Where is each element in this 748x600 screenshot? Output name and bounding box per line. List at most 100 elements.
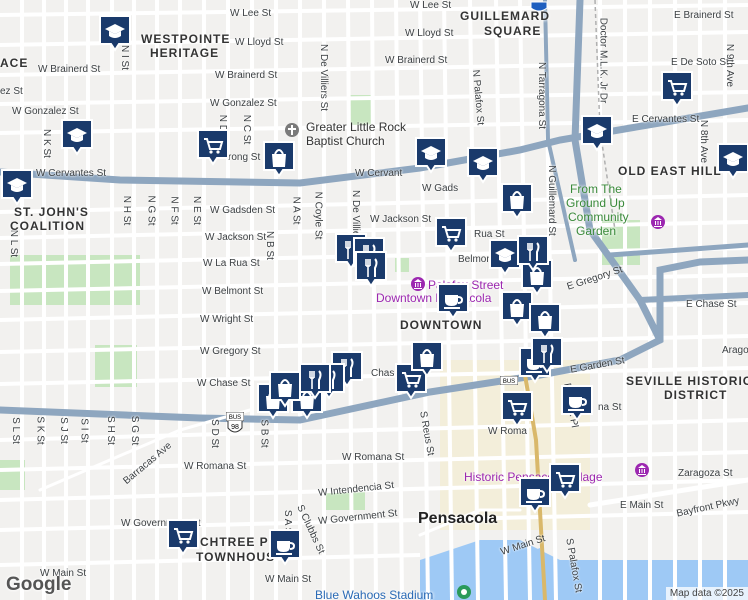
restaurant-marker[interactable] <box>516 234 550 274</box>
shopping-bag-marker[interactable] <box>500 182 534 222</box>
hood-seville: SEVILLE HISTORIC <box>626 374 748 388</box>
street-label-si: S I St <box>78 418 90 443</box>
coffee-cup-marker[interactable] <box>560 384 594 424</box>
school-icon <box>581 115 613 152</box>
street-label-zaragoza: Zaragoza St <box>678 468 733 479</box>
school-marker[interactable] <box>580 114 614 154</box>
street-label-ng: N G St <box>145 195 157 226</box>
school-marker[interactable] <box>716 142 748 182</box>
street-label-main-2: W Main St <box>265 574 312 585</box>
coffee-cup-icon <box>437 283 469 320</box>
shopping-cart-icon <box>661 71 693 108</box>
shopping-cart-icon <box>549 463 581 500</box>
bus-label: BUS <box>503 379 515 385</box>
shopping-cart-icon <box>501 391 533 428</box>
shopping-cart-marker[interactable] <box>548 462 582 502</box>
street-label-sd: S D St <box>208 419 220 448</box>
shopping-bag-marker[interactable] <box>262 140 296 180</box>
street-label-8th: N 8th Ave <box>698 119 710 164</box>
interstate-110-shield <box>530 0 548 18</box>
street-label-sb: S B St <box>258 419 270 448</box>
poi-stadium-label[interactable]: Blue Wahoos Stadium <box>315 588 433 600</box>
street-label-nf: N F St <box>168 196 180 225</box>
school-marker[interactable] <box>98 14 132 54</box>
museum-icon[interactable] <box>410 276 426 297</box>
school-marker[interactable] <box>466 146 500 186</box>
street-label-nl: N L St <box>8 229 20 258</box>
shopping-cart-marker[interactable] <box>500 390 534 430</box>
map-canvas[interactable]: W Lee St W Lee St W Lloyd St W Lloyd St … <box>0 0 748 600</box>
street-label-tarragona: N Tarragona St <box>536 61 548 130</box>
restaurant-marker[interactable] <box>530 336 564 376</box>
street-label-jackson: W Jackson St <box>205 232 267 243</box>
hood-townhouse: TOWNHOUS <box>196 550 276 564</box>
shopping-bag-icon <box>269 371 301 408</box>
coffee-cup-marker[interactable] <box>268 528 302 568</box>
street-label-gonzalez-2: W Gonzalez St <box>210 98 277 109</box>
street-label-belmont: W Belmont St <box>202 286 264 297</box>
hood-old-east-hill: OLD EAST HILL <box>618 164 722 178</box>
hood-heritage: HERITAGE <box>150 46 220 60</box>
school-marker[interactable] <box>414 136 448 176</box>
city-label: Pensacola <box>418 510 498 527</box>
street-label-ne: N E St <box>190 196 202 225</box>
museum-icon[interactable] <box>650 214 666 235</box>
street-label-cervantes: W Cervantes St <box>36 168 107 179</box>
hood-square: SQUARE <box>484 24 542 38</box>
street-label-gadsden: W Gadsden St <box>210 205 276 216</box>
hood-coalition: COALITION <box>10 219 85 233</box>
street-label-romana-2: W Romana St <box>342 452 405 463</box>
school-icon <box>415 137 447 174</box>
hood-district: DISTRICT <box>664 388 728 402</box>
shopping-bag-icon <box>263 141 295 178</box>
stadium-icon[interactable] <box>456 584 472 600</box>
shopping-cart-marker[interactable] <box>196 128 230 168</box>
shopping-cart-marker[interactable] <box>434 216 468 256</box>
museum-icon[interactable] <box>634 462 650 483</box>
poi-garden-label-4[interactable]: Garden <box>576 224 616 238</box>
street-label-desoto: E De Soto St <box>671 57 729 68</box>
shopping-cart-marker[interactable] <box>660 70 694 110</box>
street-label-lee-2: W Lee St <box>410 0 452 11</box>
street-label-gregory: W Gregory St <box>200 346 261 357</box>
coffee-cup-marker[interactable] <box>436 282 470 322</box>
shopping-bag-marker[interactable] <box>410 340 444 380</box>
street-label-sg: S G St <box>129 415 141 446</box>
coffee-cup-icon <box>561 385 593 422</box>
school-marker[interactable] <box>60 118 94 158</box>
street-label-mlk: Doctor M.L.K. Jr Dr <box>597 17 609 104</box>
restaurant-icon <box>299 363 331 400</box>
map-attribution[interactable]: Map data ©2025 <box>665 587 748 600</box>
street-label-sl: S L St <box>9 417 21 444</box>
street-label-n-de-villiers: N De Villiers St <box>318 43 330 112</box>
restaurant-icon <box>531 337 563 374</box>
street-label-na: N A St <box>290 196 302 225</box>
poi-downtown-label[interactable]: Downtown Pensacola <box>376 291 491 305</box>
bus-98-shield-bottom: BUS <box>499 372 519 390</box>
street-label-e-chase: E Chase St <box>686 299 737 310</box>
school-marker[interactable] <box>0 168 34 208</box>
street-label-9th: N 9th Ave <box>724 43 736 88</box>
street-label-jackson-2: W Jackson St <box>370 214 432 225</box>
poi-garden-label-1[interactable]: From The <box>570 182 622 196</box>
poi-church-label-2[interactable]: Baptist Church <box>306 134 385 148</box>
street-label-larua: W La Rua St <box>203 258 260 269</box>
restaurant-marker[interactable] <box>354 250 388 290</box>
street-label-gadsden-2: W Gads <box>422 183 459 194</box>
restaurant-marker[interactable] <box>298 362 332 402</box>
shopping-bag-marker[interactable] <box>268 370 302 410</box>
street-label-armstrong: rong St <box>228 152 261 163</box>
street-label-sj: S J St <box>57 417 69 444</box>
shopping-cart-marker[interactable] <box>166 518 200 558</box>
coffee-cup-marker[interactable] <box>518 476 552 516</box>
street-label-romana-4: na St <box>598 402 622 413</box>
street-label-lee: W Lee St <box>230 8 272 19</box>
poi-garden-label-3[interactable]: Community <box>568 210 629 224</box>
street-label-romana: W Romana St <box>184 461 247 472</box>
poi-garden-label-2[interactable]: Ground Up <box>566 196 625 210</box>
hood-westpointe: WESTPOINTE <box>141 32 231 46</box>
street-label-brainerd-2: W Brainerd St <box>215 70 278 81</box>
poi-church-label-1[interactable]: Greater Little Rock <box>306 120 406 134</box>
street-label-nh: N H St <box>121 195 133 226</box>
street-label-e-main: E Main St <box>620 500 664 511</box>
